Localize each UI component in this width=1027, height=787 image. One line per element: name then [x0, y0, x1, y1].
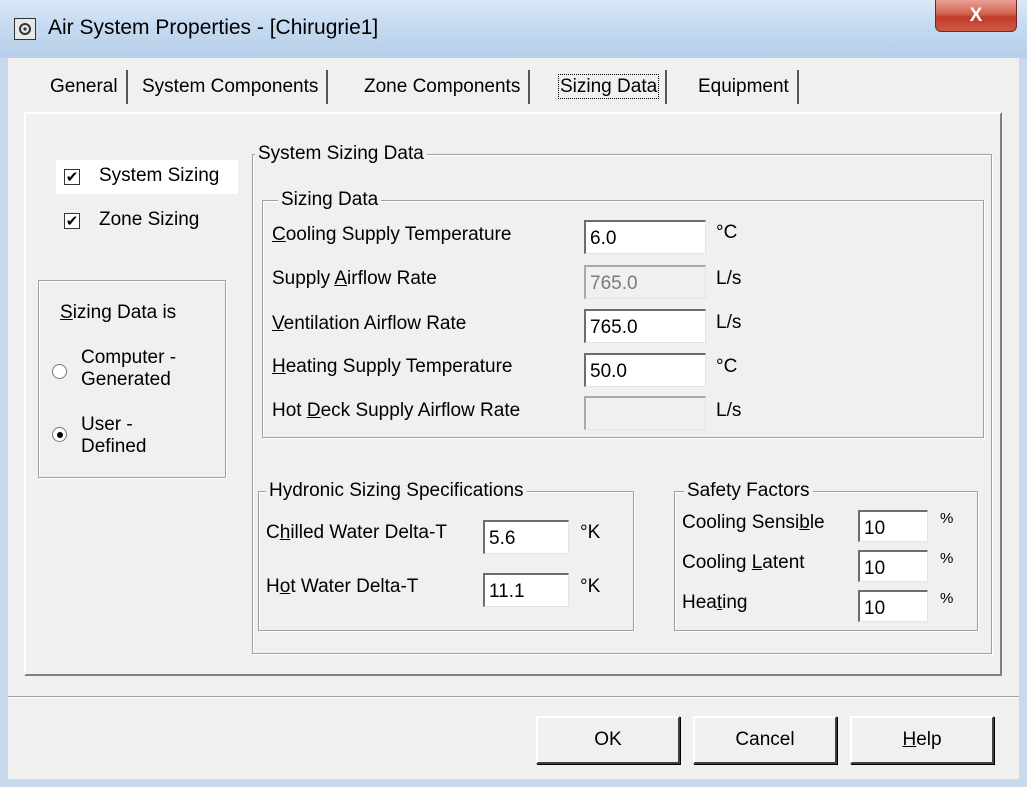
cooling-supply-temp-input[interactable]: 6.0 [584, 220, 706, 254]
supply-airflow-rate-unit: L/s [716, 268, 742, 289]
system-sizing-checkbox[interactable]: ✔ [64, 169, 80, 185]
checkmark-icon: ✔ [65, 212, 79, 230]
radio-computer-generated[interactable] [52, 364, 67, 379]
chilled-water-delta-t-input[interactable]: 5.6 [483, 520, 569, 554]
cancel-button[interactable]: Cancel [693, 716, 837, 764]
ventilation-airflow-rate-unit: L/s [716, 312, 742, 333]
heating-supply-temp-label: Heating Supply Temperature [272, 356, 513, 377]
ok-button[interactable]: OK [536, 716, 680, 764]
tab-general[interactable]: General [42, 70, 128, 104]
sizing-data-title: Sizing Data [278, 189, 382, 211]
hot-water-delta-t-input[interactable]: 11.1 [483, 573, 569, 607]
checkmark-icon: ✔ [65, 168, 79, 186]
hot-deck-supply-airflow-unit: L/s [716, 400, 742, 421]
hydronic-sizing-group [258, 491, 634, 631]
safety-factors-title: Safety Factors [684, 480, 813, 502]
radio-user-defined[interactable] [52, 427, 67, 442]
cooling-sensible-label: Cooling Sensible [682, 512, 825, 533]
hydronic-sizing-title: Hydronic Sizing Specifications [266, 480, 527, 502]
system-sizing-data-title: System Sizing Data [255, 143, 427, 165]
help-button[interactable]: Help [850, 716, 994, 764]
window-title: Air System Properties - [Chirugrie1] [48, 16, 379, 39]
zone-sizing-label: Zone Sizing [99, 209, 200, 230]
cooling-sensible-unit: % [940, 510, 954, 527]
supply-airflow-rate-label: Supply Airflow Rate [272, 268, 437, 289]
hot-deck-supply-airflow-label: Hot Deck Supply Airflow Rate [272, 400, 521, 421]
tab-equipment[interactable]: Equipment [690, 70, 799, 104]
heating-supply-temp-input[interactable]: 50.0 [584, 353, 706, 387]
heating-factor-input[interactable]: 10 [858, 590, 928, 622]
ventilation-airflow-rate-input[interactable]: 765.0 [584, 309, 706, 343]
cooling-latent-unit: % [940, 550, 954, 567]
chilled-water-delta-t-label: Chilled Water Delta-T [266, 522, 447, 543]
zone-sizing-checkbox[interactable]: ✔ [64, 213, 80, 229]
button-separator [8, 696, 1019, 698]
system-sizing-label: System Sizing [99, 165, 220, 186]
cooling-latent-label: Cooling Latent [682, 552, 805, 573]
supply-airflow-rate-input: 765.0 [584, 265, 706, 299]
tab-zone-components[interactable]: Zone Components [356, 70, 531, 104]
close-icon: X [969, 4, 983, 26]
hot-water-delta-t-unit: °K [580, 576, 601, 597]
computer-generated-label: Computer - Generated [81, 347, 177, 390]
hot-water-delta-t-label: Hot Water Delta-T [266, 576, 419, 597]
cooling-supply-temp-unit: °C [716, 222, 738, 243]
heating-supply-temp-unit: °C [716, 356, 738, 377]
chilled-water-delta-t-unit: °K [580, 522, 601, 543]
cooling-supply-temp-label: Cooling Supply Temperature [272, 224, 512, 245]
tab-sizing-data[interactable]: Sizing Data [552, 70, 668, 104]
tab-system-components[interactable]: System Components [134, 70, 329, 104]
gear-icon[interactable] [14, 18, 36, 40]
close-button[interactable]: X [935, 0, 1017, 32]
cooling-latent-input[interactable]: 10 [858, 550, 928, 582]
user-defined-label: User - Defined [81, 414, 147, 457]
heating-factor-unit: % [940, 590, 954, 607]
heating-factor-label: Heating [682, 592, 748, 613]
radio-selected-dot [56, 431, 63, 438]
hot-deck-supply-airflow-input [584, 396, 706, 430]
ventilation-airflow-rate-label: Ventilation Airflow Rate [272, 313, 467, 334]
cooling-sensible-input[interactable]: 10 [858, 510, 928, 542]
sizing-data-is-title: Sizing Data is [60, 302, 177, 323]
